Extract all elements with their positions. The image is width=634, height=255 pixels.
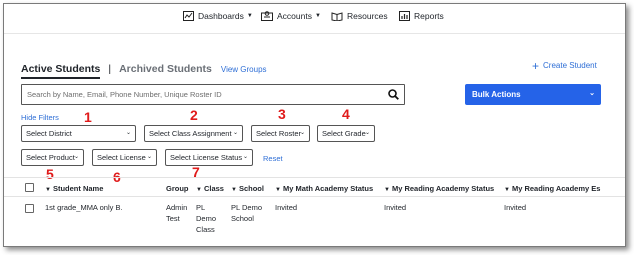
select-all-checkbox[interactable] — [25, 183, 34, 192]
chevron-down-icon: ⌄ — [364, 130, 370, 136]
annotation-number-1: 1 — [84, 109, 92, 125]
cell-math-status: Invited — [275, 203, 298, 212]
accounts-icon — [261, 11, 273, 21]
chevron-down-icon: ⌄ — [589, 90, 595, 97]
select-class-assignment[interactable]: Select Class Assignment ⌄ — [144, 125, 243, 142]
create-student-label: Create Student — [543, 61, 597, 70]
nav-resources[interactable]: Resources — [331, 11, 388, 21]
row-checkbox[interactable] — [25, 204, 34, 213]
sort-down-icon: ▼ — [45, 187, 51, 193]
cell-reading-status: Invited — [384, 203, 407, 212]
column-header-school[interactable]: ▼ School — [231, 184, 264, 193]
column-header-group-label: Group — [166, 184, 189, 193]
reports-icon — [399, 11, 410, 21]
sort-down-icon: ▼ — [384, 187, 390, 193]
student-tabs: Active Students | Archived Students View… — [21, 63, 267, 79]
column-header-reading-status[interactable]: ▼ My Reading Academy Status — [384, 184, 494, 193]
column-header-student-name[interactable]: ▼ Student Name — [45, 184, 103, 193]
nav-dashboards-label: Dashboards — [198, 11, 244, 21]
select-license-label: Select License — [97, 153, 146, 162]
tab-separator: | — [108, 63, 112, 75]
column-header-student-name-label: Student Name — [52, 184, 104, 193]
search-bar — [21, 84, 405, 105]
bulk-actions-dropdown[interactable]: Bulk Actions ⌄ — [465, 84, 601, 105]
sort-down-icon: ▼ — [231, 187, 237, 193]
cell-school-line-2: School — [231, 214, 254, 223]
cell-school-line-1: PL Demo — [231, 203, 262, 212]
chevron-down-icon: ⌄ — [242, 154, 248, 160]
sort-down-icon: ▼ — [504, 187, 510, 193]
column-header-group[interactable]: Group — [166, 184, 189, 193]
cell-group-line-1: Admin — [166, 203, 188, 212]
search-input[interactable] — [27, 90, 377, 99]
column-header-reading-es-label: My Reading Academy Es — [511, 184, 601, 193]
column-header-class[interactable]: ▼ Class — [196, 184, 224, 193]
reset-filters-link[interactable]: Reset — [263, 154, 283, 163]
annotation-number-4: 4 — [342, 106, 350, 122]
cell-class-line-2: Demo — [196, 214, 217, 223]
dashboard-chart-icon — [183, 11, 194, 21]
select-district-label: Select District — [26, 129, 72, 138]
hide-filters-link[interactable]: Hide Filters — [21, 113, 59, 122]
cell-class-line-1: PL — [196, 203, 206, 212]
select-district[interactable]: Select District ⌄ — [21, 125, 136, 142]
select-license-status-label: Select License Status — [170, 153, 243, 162]
select-product[interactable]: Select Product ⌄ — [21, 149, 84, 166]
nav-dashboards[interactable]: Dashboards ▼ — [183, 11, 253, 21]
column-header-class-label: Class — [203, 184, 224, 193]
top-navigation: Dashboards ▼ Accounts ▼ Resources Report… — [4, 4, 625, 34]
tab-archived-students[interactable]: Archived Students — [119, 63, 212, 75]
cell-reading-es-status: Invited — [504, 203, 527, 212]
chevron-down-icon: ▼ — [314, 13, 321, 19]
column-header-reading-status-label: My Reading Academy Status — [391, 184, 495, 193]
column-header-math-status-label: My Math Academy Status — [282, 184, 374, 193]
resources-icon — [331, 12, 343, 21]
annotation-number-2: 2 — [190, 107, 198, 123]
plus-icon: + — [532, 58, 540, 73]
column-header-school-label: School — [238, 184, 264, 193]
select-roster-label: Select Roster — [256, 129, 302, 138]
column-header-math-status[interactable]: ▼ My Math Academy Status — [275, 184, 373, 193]
chevron-down-icon: ▼ — [246, 13, 253, 19]
cell-class-line-3: Class — [196, 225, 215, 234]
nav-accounts-label: Accounts — [277, 11, 312, 21]
sort-down-icon: ▼ — [196, 187, 202, 193]
tab-active-students[interactable]: Active Students — [21, 63, 101, 79]
select-class-assignment-label: Select Class Assignment — [149, 129, 232, 138]
nav-reports[interactable]: Reports — [399, 11, 444, 21]
select-license-status[interactable]: Select License Status ⌄ — [165, 149, 253, 166]
chevron-down-icon: ⌄ — [125, 130, 131, 136]
column-header-reading-es[interactable]: ▼ My Reading Academy Es — [504, 184, 600, 193]
chevron-down-icon: ⌄ — [232, 130, 238, 136]
select-license[interactable]: Select License ⌄ — [92, 149, 157, 166]
create-student-button[interactable]: + Create Student — [532, 58, 597, 73]
select-roster[interactable]: Select Roster ⌄ — [251, 125, 310, 142]
sort-down-icon: ▼ — [275, 187, 281, 193]
cell-student-name[interactable]: 1st grade_MMA only B. — [45, 202, 123, 213]
app-window: Dashboards ▼ Accounts ▼ Resources Report… — [3, 3, 626, 247]
chevron-down-icon: ⌄ — [146, 154, 152, 160]
select-grade[interactable]: Select Grade ⌄ — [317, 125, 375, 142]
nav-accounts[interactable]: Accounts ▼ — [261, 11, 321, 21]
bulk-actions-label: Bulk Actions — [472, 90, 521, 99]
chevron-down-icon: ⌄ — [299, 130, 305, 136]
view-groups-link[interactable]: View Groups — [221, 65, 267, 74]
annotation-number-3: 3 — [278, 106, 286, 122]
table-header: ▼ Student Name Group ▼ Class ▼ School ▼ My M… — [4, 177, 625, 197]
nav-resources-label: Resources — [347, 11, 388, 21]
select-product-label: Select Product — [26, 153, 75, 162]
select-grade-label: Select Grade — [322, 129, 366, 138]
search-icon[interactable] — [388, 89, 399, 100]
nav-reports-label: Reports — [414, 11, 444, 21]
cell-group-line-2: Test — [166, 214, 180, 223]
chevron-down-icon: ⌄ — [73, 154, 79, 160]
